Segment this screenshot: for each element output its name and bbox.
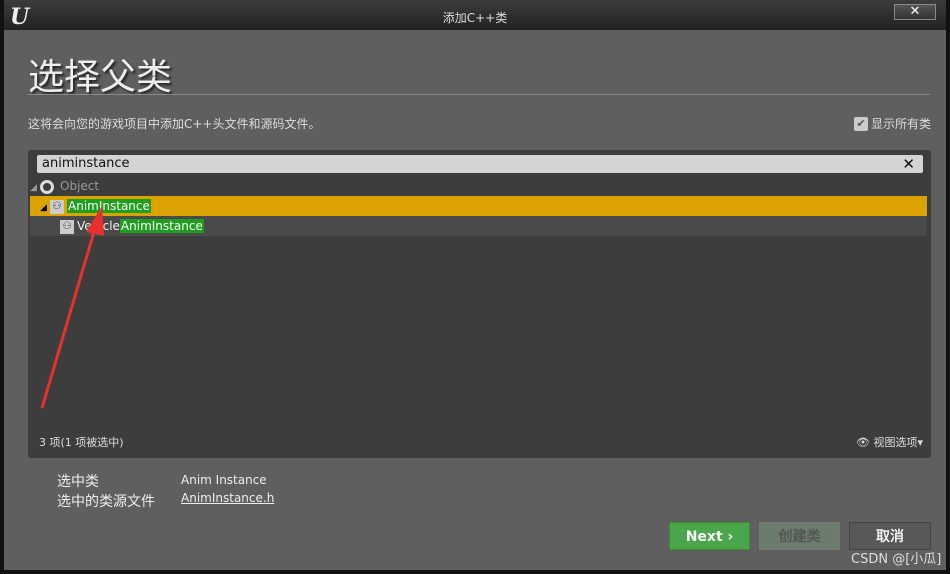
red-arrow-annotation — [40, 206, 104, 409]
